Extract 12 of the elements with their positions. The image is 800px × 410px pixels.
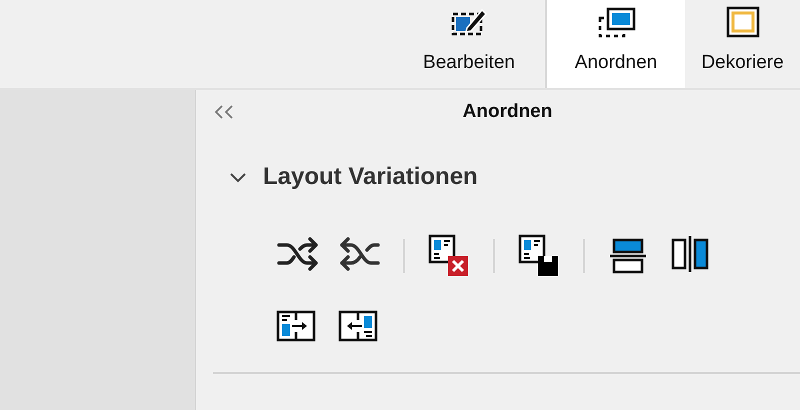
chevron-icon [229, 171, 247, 183]
save-layout-icon [518, 234, 560, 278]
section-header[interactable]: Layout Variationen [213, 134, 478, 220]
arrange-frame-icon [596, 6, 636, 38]
ribbon-tab[interactable]: Anordnen [545, 0, 685, 88]
save-layout-button[interactable] [517, 234, 561, 278]
frame-icon [726, 6, 760, 38]
pencil-frame-icon [450, 6, 488, 38]
collapse-icon[interactable] [213, 104, 235, 120]
delete-layout-icon [428, 234, 470, 278]
panel-title: Anordnen [462, 101, 554, 123]
delete-layout-button[interactable] [427, 234, 471, 278]
